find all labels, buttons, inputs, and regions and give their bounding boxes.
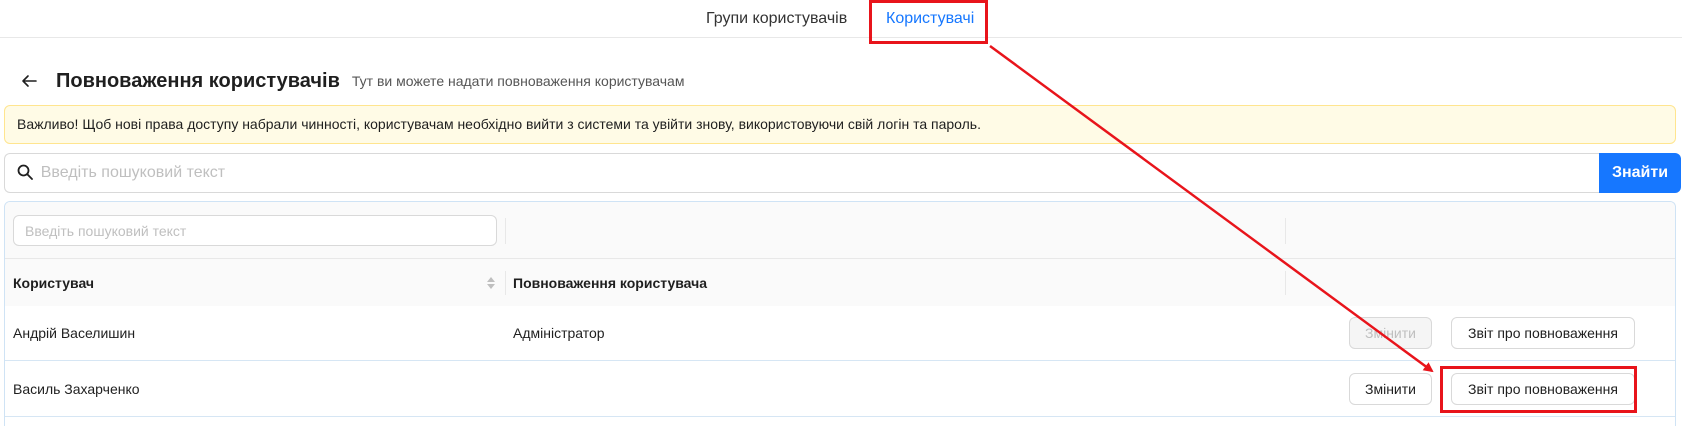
- column-divider: [1285, 271, 1286, 295]
- tab-users[interactable]: Користувачі: [886, 0, 974, 38]
- page-title: Повноваження користувачів: [56, 69, 340, 92]
- permission-report-button[interactable]: Звіт про повноваження: [1451, 373, 1635, 405]
- warning-alert: Важливо! Щоб нові права доступу набрали …: [4, 105, 1676, 144]
- tab-bar: Групи користувачів Користувачі: [0, 0, 1682, 38]
- tab-user-groups[interactable]: Групи користувачів: [706, 0, 847, 38]
- sort-icon[interactable]: [486, 276, 496, 290]
- table-filter-row: [5, 202, 1675, 259]
- search-bar: Знайти: [4, 153, 1681, 193]
- user-name: Василь Захарченко: [13, 381, 140, 397]
- table-header-row: Користувач Повноваження користувача: [5, 259, 1675, 307]
- permission-report-button[interactable]: Звіт про повноваження: [1451, 317, 1635, 349]
- page-subtitle: Тут ви можете надати повноваження корист…: [351, 73, 685, 89]
- page-header: Повноваження користувачів Тут ви можете …: [18, 66, 684, 96]
- page: Групи користувачів Користувачі Повноваже…: [0, 0, 1682, 426]
- back-arrow-icon[interactable]: [18, 70, 40, 92]
- search-box: [4, 153, 1599, 193]
- column-divider: [505, 271, 506, 295]
- user-name: Андрій Васелишин: [13, 325, 136, 341]
- table-row: Василь Захарченко Змінити Звіт про повно…: [5, 362, 1675, 417]
- table-row: Андрій Васелишин Адміністратор Змінити З…: [5, 306, 1675, 361]
- edit-button[interactable]: Змінити: [1349, 373, 1432, 405]
- column-header-permissions: Повноваження користувача: [513, 275, 708, 291]
- users-table: Користувач Повноваження користувача Андр…: [4, 201, 1676, 426]
- column-divider: [505, 218, 506, 244]
- search-input[interactable]: [40, 164, 1599, 182]
- column-divider: [1285, 218, 1286, 244]
- user-permission: Адміністратор: [513, 325, 605, 341]
- search-icon: [17, 164, 35, 182]
- column-header-user[interactable]: Користувач: [13, 259, 94, 307]
- edit-button[interactable]: Змінити: [1349, 317, 1432, 349]
- search-button[interactable]: Знайти: [1599, 153, 1681, 193]
- user-filter-input[interactable]: [13, 215, 497, 246]
